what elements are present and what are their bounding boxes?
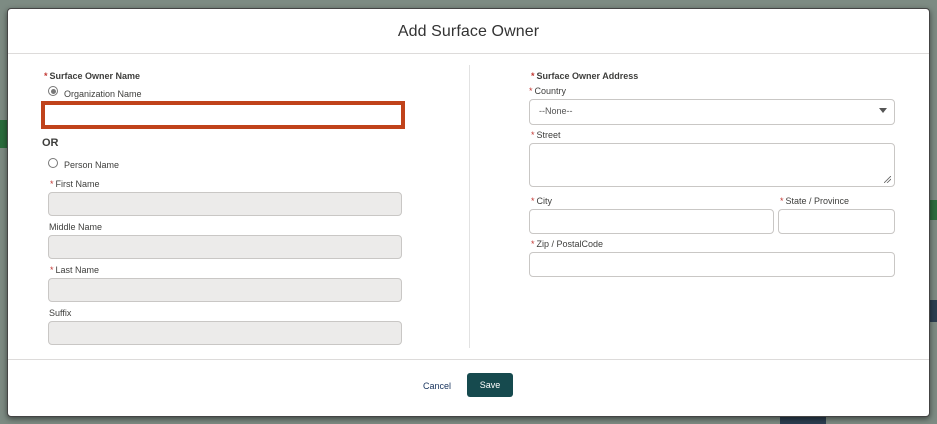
or-separator: OR: [42, 137, 59, 149]
last-name-label: * Last Name: [50, 265, 99, 275]
middle-name-input[interactable]: [48, 235, 402, 259]
organization-name-input[interactable]: [41, 101, 405, 129]
first-name-input[interactable]: [48, 192, 402, 216]
modal-footer: Cancel Save: [8, 359, 929, 416]
country-select[interactable]: --None--: [529, 99, 895, 125]
surface-owner-name-label: * Surface Owner Name: [44, 71, 140, 81]
person-name-label: Person Name: [64, 160, 120, 170]
city-label: * City: [531, 196, 552, 206]
person-name-radio[interactable]: [48, 158, 58, 168]
state-text: State / Province: [785, 196, 850, 206]
surface-owner-name-text: Surface Owner Name: [49, 71, 141, 81]
cancel-button[interactable]: Cancel: [423, 381, 451, 391]
street-textarea[interactable]: [529, 143, 895, 187]
backdrop-element: [929, 200, 937, 220]
suffix-input[interactable]: [48, 321, 402, 345]
last-name-text: Last Name: [55, 265, 100, 275]
country-text: Country: [534, 86, 567, 96]
state-input[interactable]: [778, 209, 895, 234]
country-label: * Country: [529, 86, 566, 96]
surface-owner-address-text: Surface Owner Address: [536, 71, 639, 81]
required-marker: *: [780, 196, 784, 206]
organization-name-label: Organization Name: [64, 89, 142, 99]
zip-text: Zip / PostalCode: [536, 239, 604, 249]
required-marker: *: [531, 71, 535, 81]
middle-name-label: Middle Name: [49, 222, 103, 232]
required-marker: *: [531, 239, 535, 249]
required-marker: *: [531, 130, 535, 140]
organization-name-radio[interactable]: [48, 86, 58, 96]
last-name-input[interactable]: [48, 278, 402, 302]
required-marker: *: [50, 265, 54, 275]
required-marker: *: [50, 179, 54, 189]
resize-handle-icon[interactable]: [884, 176, 891, 183]
backdrop-element: [0, 120, 7, 148]
suffix-label: Suffix: [49, 308, 72, 318]
country-selected-value: --None--: [539, 106, 573, 116]
zip-label: * Zip / PostalCode: [531, 239, 603, 249]
save-button[interactable]: Save: [467, 373, 513, 397]
backdrop-element: [929, 300, 937, 322]
first-name-label: * First Name: [50, 179, 100, 189]
required-marker: *: [529, 86, 533, 96]
add-surface-owner-modal: Add Surface Owner * Surface Owner Name Or…: [7, 8, 930, 417]
column-divider: [469, 65, 470, 348]
street-label: * Street: [531, 130, 561, 140]
city-input[interactable]: [529, 209, 774, 234]
modal-title: Add Surface Owner: [397, 23, 540, 40]
chevron-down-icon: [879, 108, 887, 113]
street-text: Street: [536, 130, 561, 140]
zip-input[interactable]: [529, 252, 895, 277]
state-label: * State / Province: [780, 196, 849, 206]
required-marker: *: [44, 71, 48, 81]
surface-owner-address-label: * Surface Owner Address: [531, 71, 638, 81]
modal-header: Add Surface Owner: [8, 9, 929, 54]
required-marker: *: [531, 196, 535, 206]
city-text: City: [536, 196, 553, 206]
first-name-text: First Name: [55, 179, 100, 189]
